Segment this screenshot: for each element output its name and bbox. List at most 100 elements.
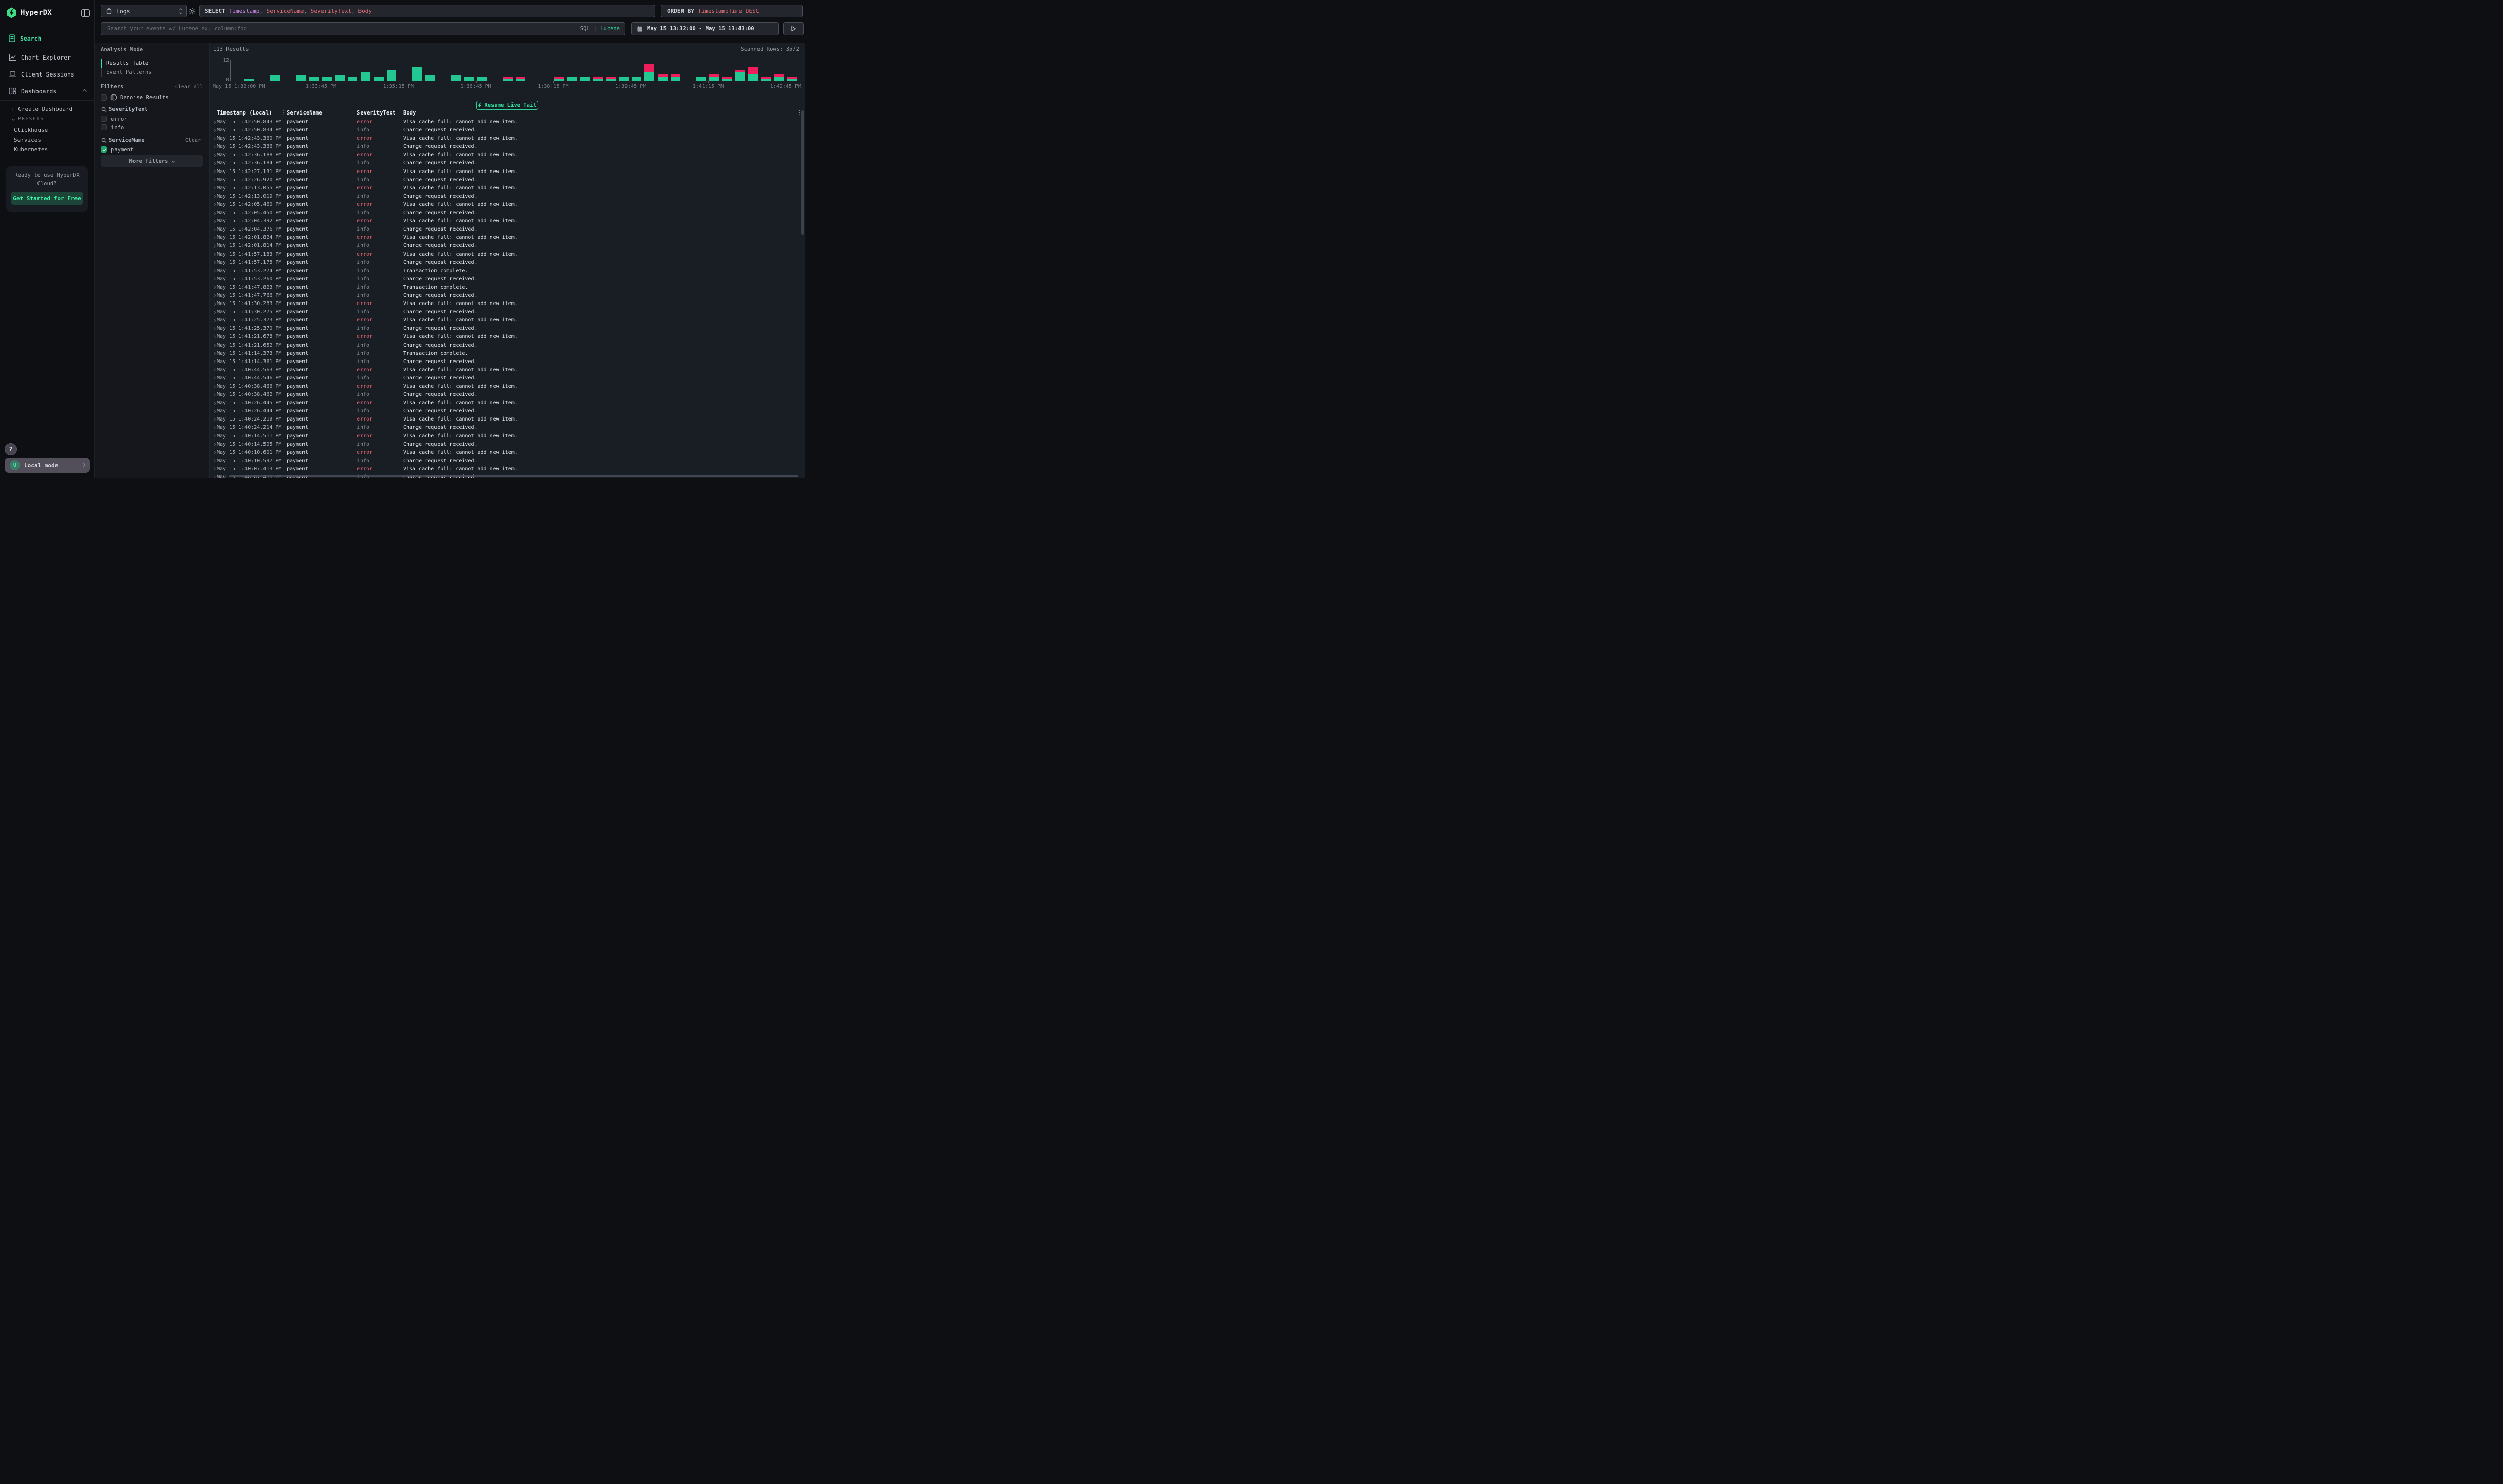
bar-info[interactable] <box>761 79 771 81</box>
bar-error[interactable] <box>787 77 797 79</box>
log-row[interactable]: May 15 1:41:30.275 PMpaymentinfoCharge r… <box>210 308 805 316</box>
get-started-button[interactable]: Get Started for Free <box>11 192 83 205</box>
user-menu[interactable]: U Local mode <box>5 458 90 473</box>
bar-info[interactable] <box>361 72 370 81</box>
row-expand-chevron-icon[interactable] <box>212 302 215 306</box>
column-resize-handle[interactable]: ⋮ <box>397 110 403 116</box>
bar-error[interactable] <box>671 74 680 78</box>
bar-info[interactable] <box>335 75 345 81</box>
bar-info[interactable] <box>322 77 332 81</box>
bar-info[interactable] <box>619 77 629 81</box>
filter-option-info[interactable]: info <box>111 125 124 131</box>
mode-event-patterns[interactable]: Event Patterns <box>106 68 152 77</box>
column-header-body[interactable]: Body <box>403 110 416 116</box>
row-expand-chevron-icon[interactable] <box>212 402 215 405</box>
row-expand-chevron-icon[interactable] <box>212 178 215 181</box>
bar-info[interactable] <box>554 79 564 81</box>
log-row[interactable]: May 15 1:42:36.184 PMpaymentinfoCharge r… <box>210 159 805 167</box>
filter-checkbox-error[interactable] <box>101 116 107 122</box>
log-row[interactable]: May 15 1:40:44.563 PMpaymenterrorVisa ca… <box>210 366 805 374</box>
presets-toggle[interactable]: PRESETS <box>12 116 44 122</box>
filter-group-servicename[interactable]: ServiceName <box>109 137 145 143</box>
bar-info[interactable] <box>387 70 396 81</box>
log-row[interactable]: May 15 1:40:44.546 PMpaymentinfoCharge r… <box>210 374 805 383</box>
log-row[interactable]: May 15 1:42:13.055 PMpaymenterrorVisa ca… <box>210 184 805 193</box>
vertical-scrollbar-thumb[interactable] <box>801 110 804 235</box>
help-button[interactable]: ? <box>5 443 17 455</box>
bar-info[interactable] <box>593 79 603 81</box>
mode-results-table[interactable]: Results Table <box>106 59 148 68</box>
log-row[interactable]: May 15 1:41:30.283 PMpaymenterrorVisa ca… <box>210 300 805 308</box>
row-expand-chevron-icon[interactable] <box>212 195 215 198</box>
log-row[interactable]: May 15 1:40:26.445 PMpaymenterrorVisa ca… <box>210 399 805 407</box>
log-row[interactable]: May 15 1:40:38.466 PMpaymenterrorVisa ca… <box>210 383 805 391</box>
run-query-button[interactable] <box>783 22 804 35</box>
horizontal-scrollbar[interactable] <box>229 475 798 477</box>
log-row[interactable]: May 15 1:42:26.920 PMpaymentinfoCharge r… <box>210 176 805 184</box>
bar-error[interactable] <box>644 64 654 72</box>
column-header-timestamp[interactable]: Timestamp (Local) <box>217 110 272 116</box>
log-row[interactable]: May 15 1:41:21.652 PMpaymentinfoCharge r… <box>210 341 805 350</box>
bar-info[interactable] <box>774 77 784 81</box>
log-row[interactable]: May 15 1:41:14.373 PMpaymentinfoTransact… <box>210 350 805 358</box>
log-row[interactable]: May 15 1:42:36.188 PMpaymenterrorVisa ca… <box>210 151 805 159</box>
log-row[interactable]: May 15 1:40:10.601 PMpaymenterrorVisa ca… <box>210 449 805 457</box>
row-expand-chevron-icon[interactable] <box>212 212 215 215</box>
log-row[interactable]: May 15 1:42:27.131 PMpaymenterrorVisa ca… <box>210 168 805 176</box>
row-expand-chevron-icon[interactable] <box>212 186 215 189</box>
row-expand-chevron-icon[interactable] <box>212 476 215 478</box>
bar-error[interactable] <box>503 77 513 79</box>
log-row[interactable]: May 15 1:40:10.597 PMpaymentinfoCharge r… <box>210 457 805 465</box>
bar-error[interactable] <box>761 77 771 79</box>
bar-error[interactable] <box>722 77 732 79</box>
order-by-editor[interactable]: ORDER BY TimestampTime DESC <box>661 5 803 17</box>
row-expand-chevron-icon[interactable] <box>212 236 215 239</box>
sidebar-item-client-sessions[interactable]: Client Sessions <box>0 66 95 83</box>
log-row[interactable]: May 15 1:42:13.019 PMpaymentinfoCharge r… <box>210 193 805 201</box>
row-expand-chevron-icon[interactable] <box>212 145 215 148</box>
row-expand-chevron-icon[interactable] <box>212 203 215 206</box>
filter-checkbox-info[interactable] <box>101 124 107 130</box>
bar-info[interactable] <box>477 77 487 81</box>
source-select[interactable]: Logs <box>101 5 187 17</box>
log-row[interactable]: May 15 1:42:01.814 PMpaymentinfoCharge r… <box>210 242 805 250</box>
log-row[interactable]: May 15 1:42:50.834 PMpaymentinfoCharge r… <box>210 126 805 135</box>
row-expand-chevron-icon[interactable] <box>212 220 215 223</box>
column-resize-handle[interactable]: ⋮ <box>281 110 287 116</box>
row-expand-chevron-icon[interactable] <box>212 360 215 363</box>
row-expand-chevron-icon[interactable] <box>212 319 215 322</box>
create-dashboard-button[interactable]: + Create Dashboard <box>11 105 72 114</box>
bar-info[interactable] <box>244 79 254 81</box>
row-expand-chevron-icon[interactable] <box>212 410 215 413</box>
log-row[interactable]: May 15 1:40:38.462 PMpaymentinfoCharge r… <box>210 391 805 399</box>
bar-info[interactable] <box>270 75 280 81</box>
column-header-servicename[interactable]: ServiceName <box>287 110 323 116</box>
row-expand-chevron-icon[interactable] <box>212 286 215 289</box>
row-expand-chevron-icon[interactable] <box>212 129 215 132</box>
row-expand-chevron-icon[interactable] <box>212 393 215 396</box>
more-filters-button[interactable]: More filters <box>101 155 203 167</box>
clear-all-button[interactable]: Clear all <box>175 84 203 90</box>
row-expand-chevron-icon[interactable] <box>212 468 215 471</box>
log-row[interactable]: May 15 1:41:47.766 PMpaymentinfoCharge r… <box>210 292 805 300</box>
bar-info[interactable] <box>309 77 319 81</box>
bar-error[interactable] <box>735 70 745 72</box>
bar-info[interactable] <box>567 77 577 81</box>
preset-clickhouse[interactable]: Clickhouse <box>14 126 48 135</box>
denoise-checkbox[interactable] <box>101 94 107 101</box>
row-expand-chevron-icon[interactable] <box>212 121 215 124</box>
bar-info[interactable] <box>722 79 732 81</box>
row-expand-chevron-icon[interactable] <box>212 451 215 454</box>
bar-info[interactable] <box>658 77 668 81</box>
bar-error[interactable] <box>658 74 668 78</box>
bar-error[interactable] <box>709 74 719 78</box>
search-input[interactable] <box>106 25 577 32</box>
row-expand-chevron-icon[interactable] <box>212 277 215 280</box>
log-row[interactable]: May 15 1:42:43.360 PMpaymenterrorVisa ca… <box>210 135 805 143</box>
bar-info[interactable] <box>709 77 719 81</box>
row-expand-chevron-icon[interactable] <box>212 294 215 297</box>
sidebar-item-chart-explorer[interactable]: Chart Explorer <box>0 49 95 66</box>
bar-info[interactable] <box>606 79 616 81</box>
bar-error[interactable] <box>606 77 616 79</box>
language-toggle-sql[interactable]: SQL <box>580 26 590 32</box>
